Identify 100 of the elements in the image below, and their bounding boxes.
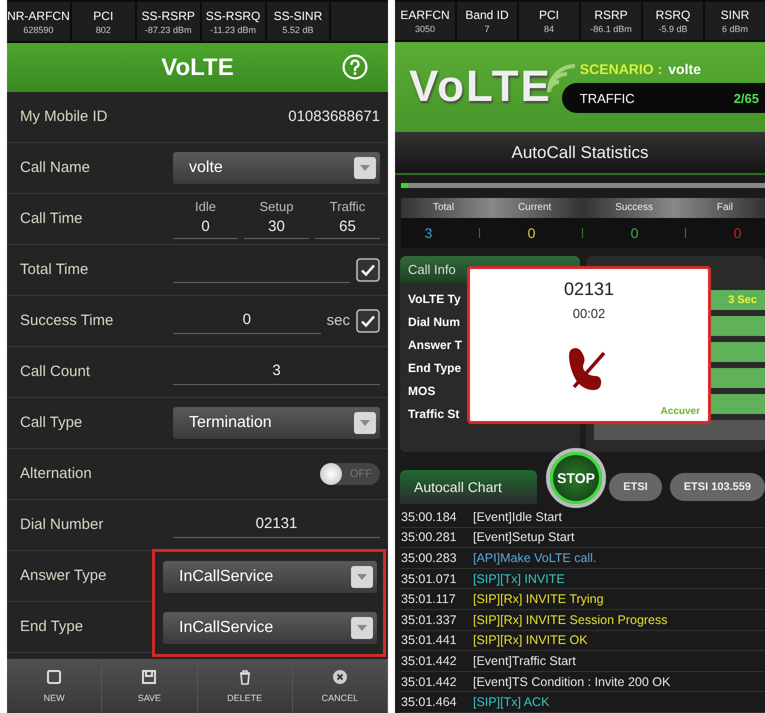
caret-icon (354, 156, 376, 179)
column-header: Success (615, 202, 653, 214)
help-icon[interactable] (342, 54, 368, 80)
log-time: 35:01.442 (401, 654, 458, 668)
metric-value: 802 (96, 24, 111, 35)
toolbar-button[interactable]: CANCEL (292, 658, 388, 713)
metric-value: 84 (544, 24, 554, 34)
metric-label: RSRQ (656, 8, 690, 22)
setting-label: Alternation (19, 465, 93, 482)
metric-label: SINR (720, 8, 750, 22)
input-field[interactable]: 0 (173, 214, 238, 239)
info-label: Dial Num (407, 314, 462, 329)
log-message: [Event]Traffic Start (473, 654, 576, 668)
metric-value: 6 dBm (722, 24, 748, 34)
caret-icon (351, 617, 373, 640)
scenario-label: SCENARIO : (580, 61, 662, 78)
input-field[interactable]: 30 (244, 214, 309, 239)
metric-label: NR-ARFCN (7, 8, 70, 23)
setting-label: Call Count (19, 363, 92, 380)
log-time: 35:01.117 (401, 592, 457, 606)
log-message: [Event]TS Condition : Invite 200 OK (473, 674, 670, 689)
metric-value: -87.23 dBm (144, 24, 192, 35)
log-time: 35:01.071 (401, 572, 458, 586)
input-field[interactable]: 0 (173, 307, 321, 334)
metric-label: RSRP (594, 8, 628, 22)
metric-value: -5.9 dB (658, 24, 688, 34)
log-message: [Event]Idle Start (473, 510, 562, 524)
metric-label: EARFCN (400, 8, 450, 22)
toolbar-button[interactable]: SAVE (102, 658, 198, 713)
info-label: Traffic St (407, 406, 460, 421)
brand-text: Accuver (660, 406, 700, 417)
screen-title: VoLTE (161, 54, 234, 82)
log-time: 35:00.184 (401, 510, 458, 524)
metric-tile (331, 2, 388, 42)
section-title: AutoCall Statistics (512, 142, 648, 163)
metric-label: SS-RSRP (142, 8, 195, 23)
scenario-value: volte (668, 61, 701, 78)
metric-label: PCI (538, 8, 559, 22)
caret-icon (351, 566, 373, 588)
log-time: 35:00.281 (401, 530, 458, 544)
stat-value: 0 (734, 224, 742, 241)
metric-label: Band ID (465, 8, 509, 22)
input-field[interactable]: 65 (315, 214, 380, 239)
info-label: Answer T (407, 338, 464, 352)
dropdown[interactable]: Termination (173, 406, 380, 439)
save-icon (141, 668, 158, 685)
logo-text: VoLTE (409, 62, 552, 112)
metric-value: 628590 (23, 24, 54, 35)
metric-value: -11.23 dBm (210, 24, 256, 35)
column-header: Current (518, 202, 552, 214)
toolbar-button[interactable]: NEW (7, 658, 102, 713)
field-caption: Idle (195, 198, 216, 214)
stop-button[interactable]: STOP (546, 448, 606, 508)
dropdown[interactable]: InCallService (163, 612, 377, 644)
input-field[interactable]: 02131 (173, 511, 380, 538)
chart-tab[interactable]: Autocall Chart (400, 470, 538, 504)
checkbox[interactable] (356, 308, 380, 333)
info-label: MOS (407, 384, 436, 398)
chart-tab[interactable]: ETSI (609, 473, 662, 502)
info-label: VoLTE Ty (407, 292, 462, 306)
setting-label: End Type (19, 618, 84, 636)
log-time: 35:00.283 (401, 551, 458, 566)
log-message: [SIP][Rx] INVITE Trying (473, 592, 604, 606)
log-message: [SIP][Rx] INVITE OK (473, 633, 588, 648)
unit-label: sec (326, 312, 350, 330)
log-time: 35:01.442 (401, 674, 458, 689)
caret-icon (354, 412, 376, 434)
metric-value: -86.1 dBm (590, 24, 632, 34)
metric-label: PCI (93, 8, 114, 23)
log-time: 35:01.337 (401, 612, 458, 627)
input-field[interactable]: 3 (173, 358, 380, 386)
square-icon (46, 668, 62, 685)
chart-tab[interactable]: ETSI 103.559 (670, 473, 765, 502)
traffic-count: 2/65 (734, 90, 759, 106)
setting-label: Dial Number (19, 516, 104, 534)
close-icon (332, 668, 348, 685)
setting-label: My Mobile ID (19, 108, 109, 126)
log-message: [SIP][Tx] ACK (473, 695, 550, 710)
metric-label: SS-RSRQ (206, 8, 260, 23)
stat-value: 0 (528, 224, 536, 241)
log-message: [Event]Setup Start (473, 530, 574, 544)
dropdown[interactable]: volte (173, 152, 380, 184)
setting-value: 01083688671 (288, 108, 380, 126)
traffic-label: TRAFFIC (580, 90, 635, 106)
stat-value: 3 (424, 224, 432, 241)
toolbar-button[interactable]: DELETE (198, 658, 293, 713)
field-caption: Setup (260, 198, 294, 214)
field-caption: Traffic (330, 198, 366, 214)
dropdown[interactable]: InCallService (163, 561, 377, 594)
metric-value: 5.52 dB (282, 24, 314, 35)
setting-label: Call Name (19, 159, 92, 176)
checkbox[interactable] (356, 258, 380, 282)
log-message: [SIP][Tx] INVITE (473, 572, 565, 586)
metric-value: 3050 (414, 24, 436, 34)
log-time: 35:01.441 (401, 633, 458, 648)
log-time: 35:01.464 (401, 695, 458, 710)
info-label: End Type (407, 360, 462, 375)
stat-value: 0 (630, 224, 638, 241)
log-message: [SIP][Rx] INVITE Session Progress (473, 612, 668, 627)
setting-label: Call Type (19, 414, 84, 432)
